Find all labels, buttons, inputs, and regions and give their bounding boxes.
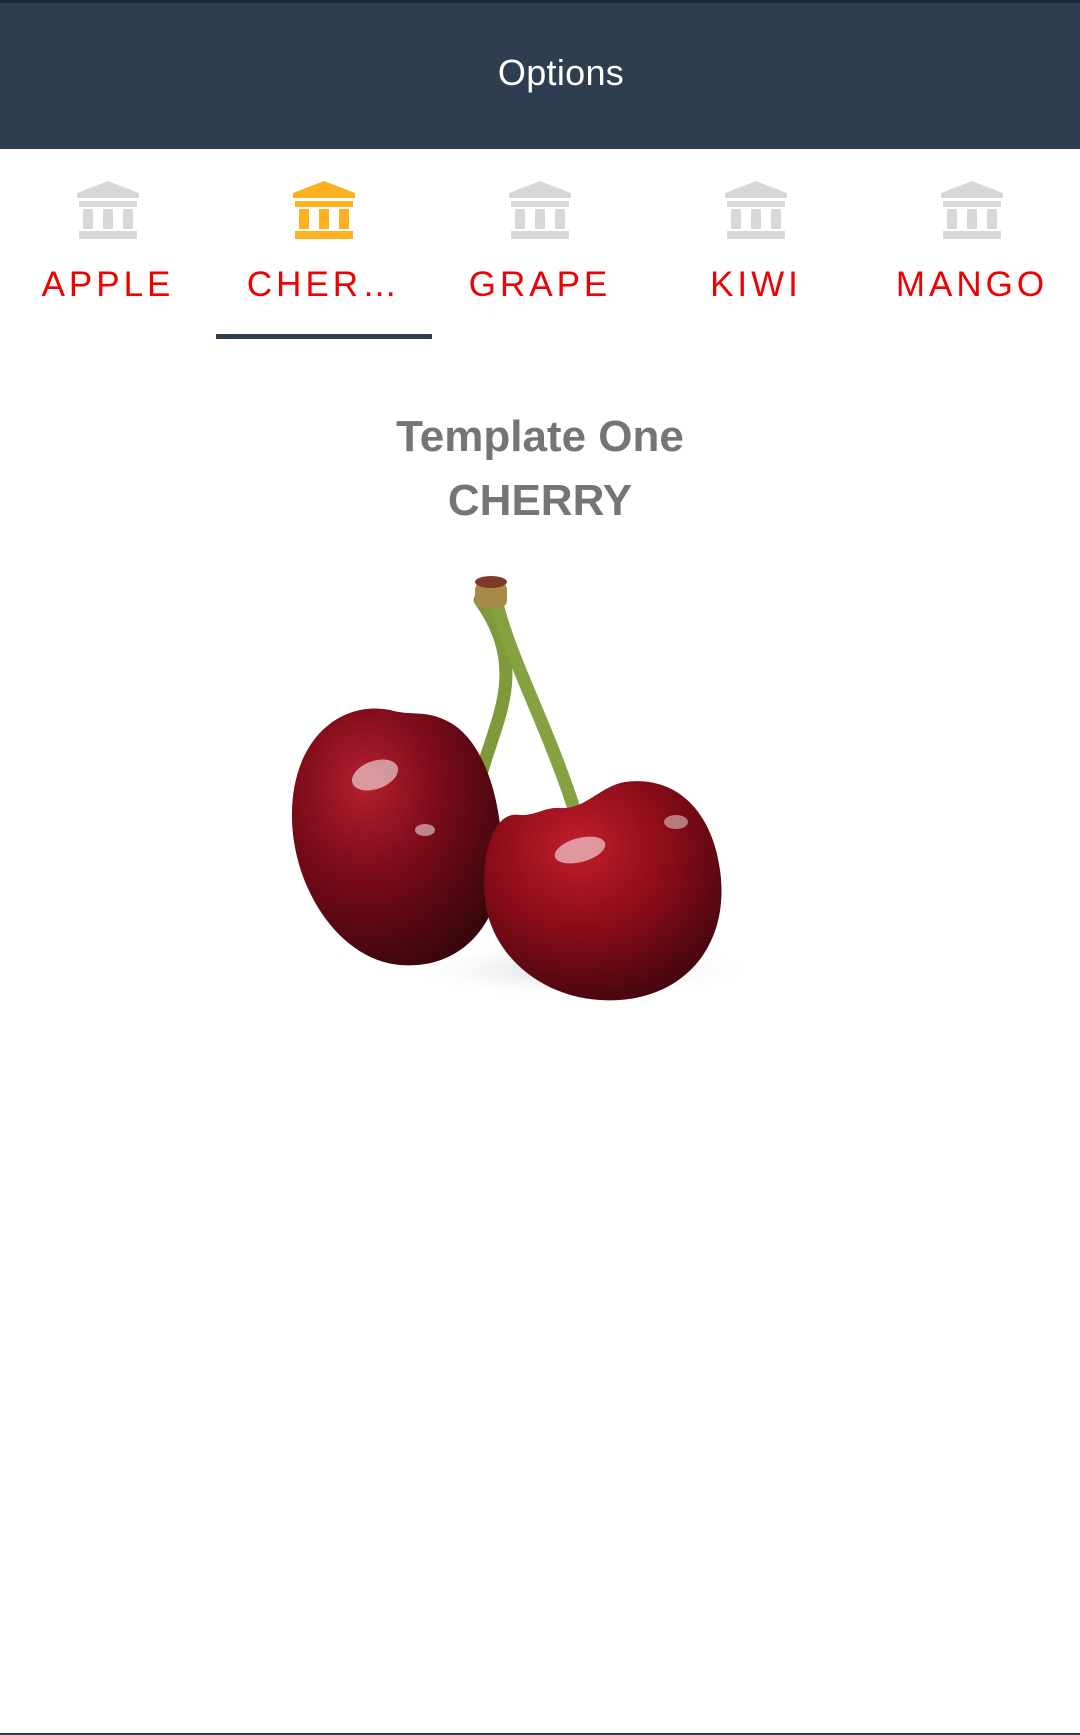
- fruit-title: CHERRY: [447, 476, 633, 525]
- tab-label: KIWI: [710, 265, 802, 304]
- tab-kiwi[interactable]: KIWI: [648, 149, 864, 339]
- app-header: Options: [0, 3, 1080, 149]
- tab-label: APPLE: [41, 265, 175, 304]
- institution-icon: [291, 179, 357, 241]
- tab-cherry[interactable]: CHER…: [216, 149, 432, 339]
- tab-label: MANGO: [895, 265, 1049, 304]
- content-heading: Template One CHERRY: [0, 405, 1080, 533]
- tab-mango[interactable]: MANGO: [864, 149, 1080, 339]
- template-title: Template One: [396, 412, 684, 461]
- tab-grape[interactable]: GRAPE: [432, 149, 648, 339]
- cherry-image: [280, 560, 800, 1020]
- header-title: Options: [497, 52, 625, 93]
- tab-bar: APPLE CHER… GRAPE KIWI MANGO: [0, 149, 1080, 339]
- institution-icon: [75, 179, 141, 241]
- tab-apple[interactable]: APPLE: [0, 149, 216, 339]
- institution-icon: [723, 179, 789, 241]
- tab-label: GRAPE: [468, 265, 612, 304]
- tab-selected-indicator: [216, 334, 432, 339]
- tab-label: CHER…: [246, 265, 402, 304]
- institution-icon: [507, 179, 573, 241]
- institution-icon: [939, 179, 1005, 241]
